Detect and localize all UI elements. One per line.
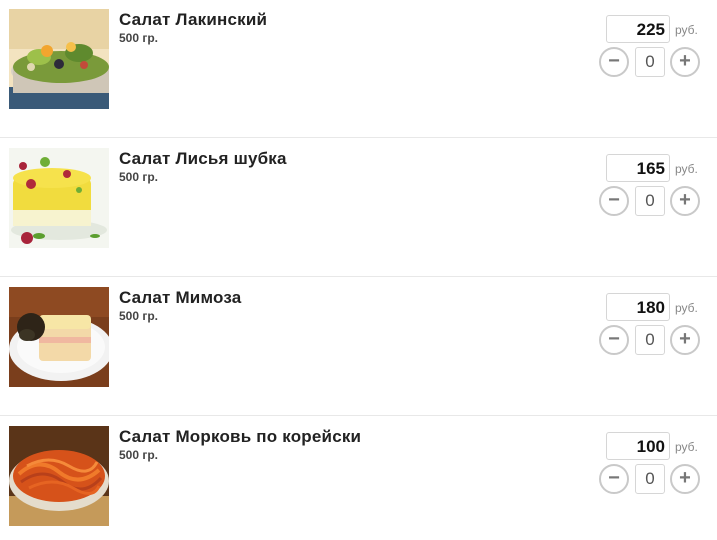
decrease-quantity-button[interactable]: − — [599, 464, 629, 494]
price-field: 180 — [606, 293, 670, 321]
product-name: Салат Лакинский — [119, 10, 268, 29]
product-name: Салат Морковь по корейски — [119, 427, 362, 446]
product-list: Салат Лакинский 500 гр. 225 руб. − + — [0, 0, 717, 540]
quantity-input[interactable] — [635, 186, 665, 216]
increase-quantity-button[interactable]: + — [670, 464, 700, 494]
product-item: Салат Морковь по корейски 500 гр. 100 ру… — [0, 416, 717, 540]
product-photo-lakinsky-salad — [9, 9, 109, 109]
product-weight: 500 гр. — [119, 448, 159, 462]
quantity-input[interactable] — [635, 47, 665, 77]
price-field: 165 — [606, 154, 670, 182]
currency-label: руб. — [675, 301, 698, 315]
product-weight: 500 гр. — [119, 309, 159, 323]
product-weight: 500 гр. — [119, 31, 159, 45]
currency-label: руб. — [675, 162, 698, 176]
increase-quantity-button[interactable]: + — [670, 47, 700, 77]
product-photo-fox-coat-salad — [9, 148, 109, 248]
product-item: Салат Мимоза 500 гр. 180 руб. − + — [0, 277, 717, 416]
decrease-quantity-button[interactable]: − — [599, 325, 629, 355]
product-name: Салат Мимоза — [119, 288, 242, 307]
product-photo-mimosa-salad — [9, 287, 109, 387]
currency-label: руб. — [675, 23, 698, 37]
quantity-input[interactable] — [635, 464, 665, 494]
decrease-quantity-button[interactable]: − — [599, 47, 629, 77]
increase-quantity-button[interactable]: + — [670, 325, 700, 355]
increase-quantity-button[interactable]: + — [670, 186, 700, 216]
price-field: 100 — [606, 432, 670, 460]
price-field: 225 — [606, 15, 670, 43]
product-photo-korean-carrot-salad — [9, 426, 109, 526]
currency-label: руб. — [675, 440, 698, 454]
product-weight: 500 гр. — [119, 170, 159, 184]
product-item: Салат Лисья шубка 500 гр. 165 руб. − + — [0, 138, 717, 277]
product-item: Салат Лакинский 500 гр. 225 руб. − + — [0, 0, 717, 138]
decrease-quantity-button[interactable]: − — [599, 186, 629, 216]
product-name: Салат Лисья шубка — [119, 149, 287, 168]
quantity-input[interactable] — [635, 325, 665, 355]
